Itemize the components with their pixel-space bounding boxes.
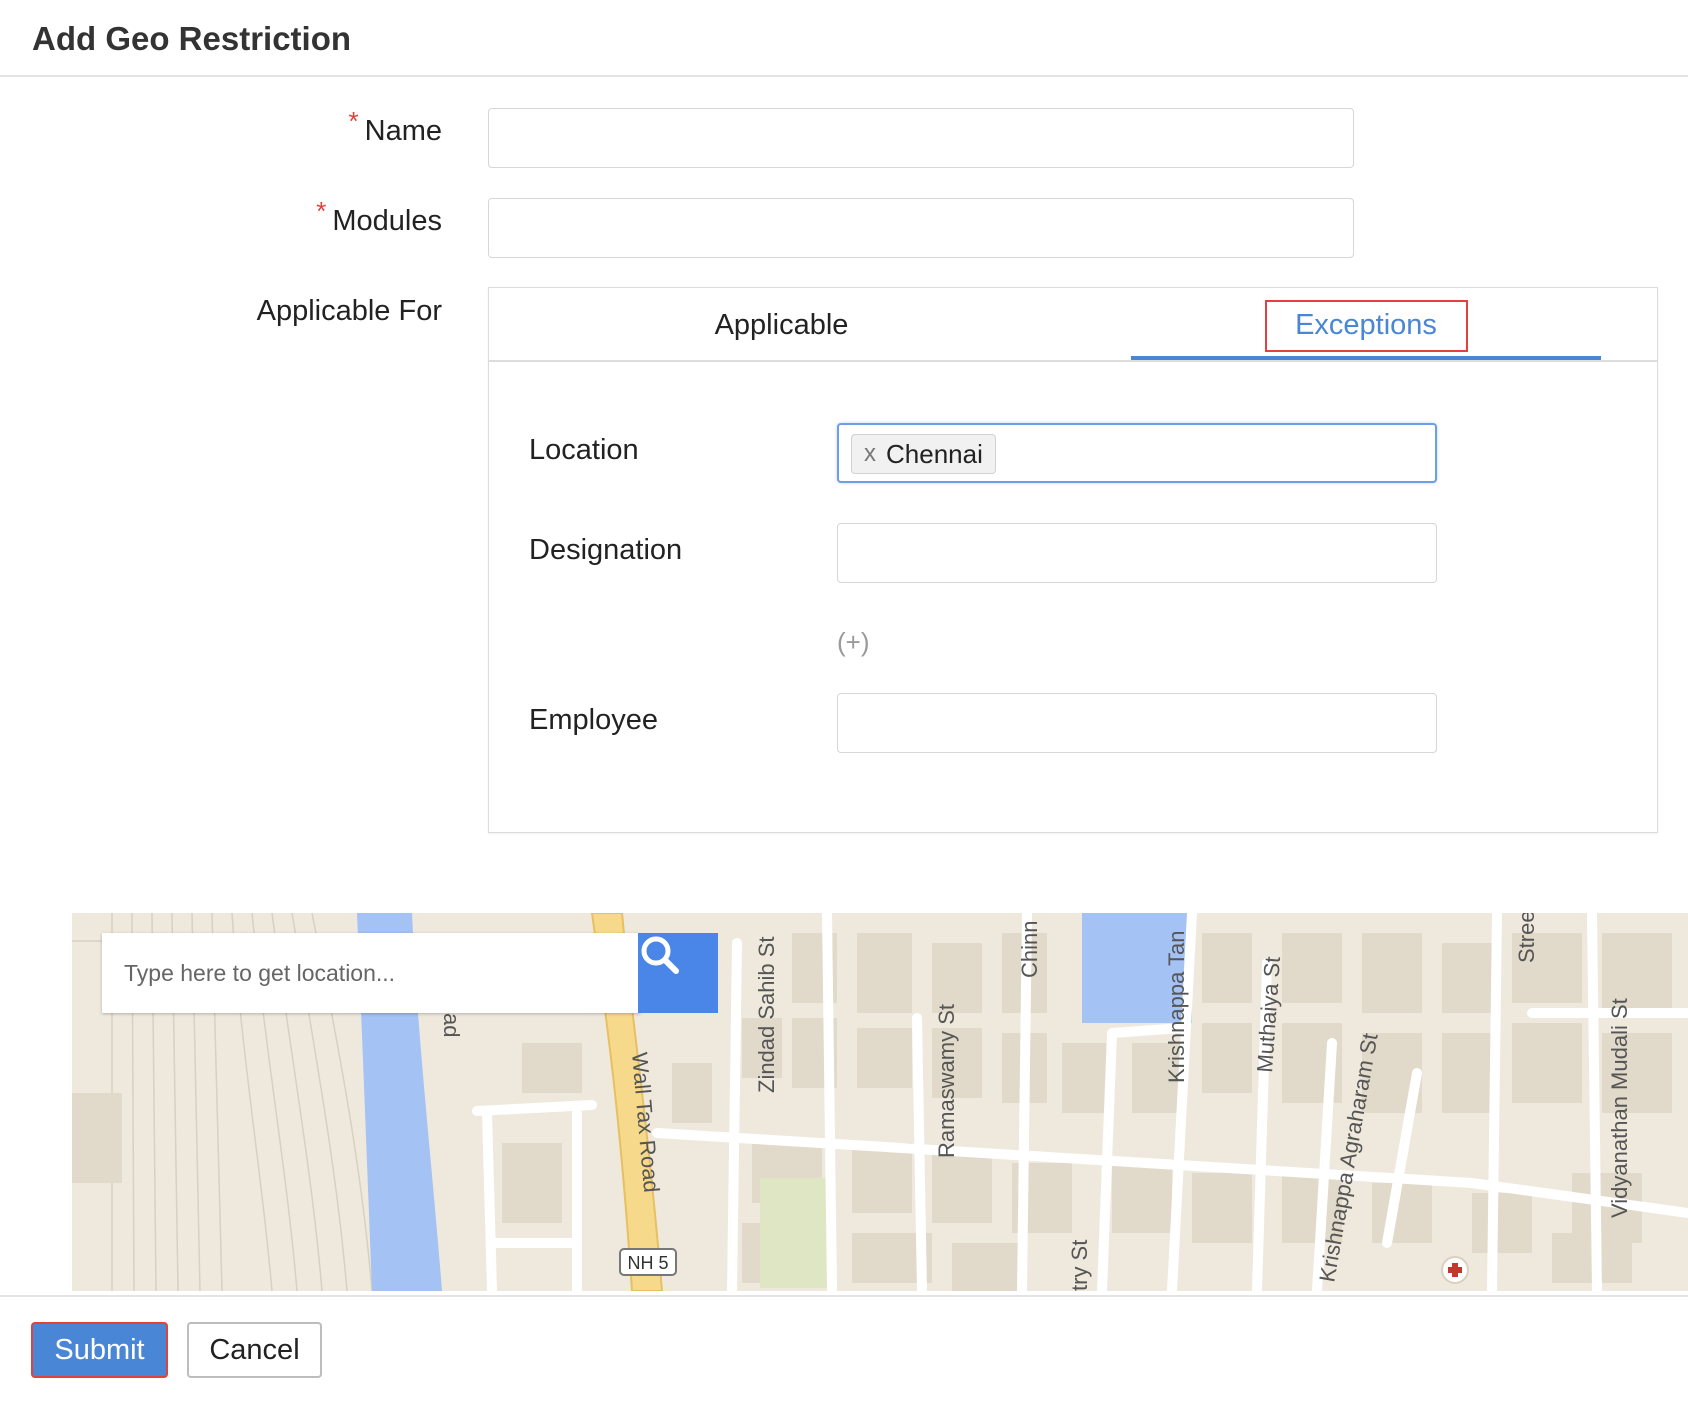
- park: [760, 1178, 830, 1288]
- modules-input[interactable]: [488, 198, 1354, 258]
- designation-input[interactable]: [837, 523, 1437, 583]
- location-tag: x Chennai: [851, 434, 996, 474]
- map-search-box: [102, 933, 640, 1013]
- active-tab-indicator: [1131, 356, 1601, 360]
- employee-label: Employee: [529, 704, 658, 736]
- required-mark: *: [348, 106, 359, 136]
- page-header: Add Geo Restriction: [0, 0, 1688, 77]
- location-tag-label: Chennai: [886, 438, 983, 469]
- medical-cross-icon[interactable]: [1441, 1256, 1469, 1284]
- label-ramaswamy-st: Ramaswamy St: [934, 1004, 959, 1158]
- location-tag-input[interactable]: x Chennai: [837, 423, 1437, 483]
- modules-label: * Modules: [296, 196, 442, 238]
- add-more-button[interactable]: (+): [837, 627, 870, 658]
- exceptions-highlight-box: [1265, 300, 1468, 352]
- map-search-button[interactable]: [638, 933, 718, 1013]
- employee-input[interactable]: [837, 693, 1437, 753]
- name-input[interactable]: [488, 108, 1354, 168]
- close-icon[interactable]: x: [864, 440, 876, 468]
- cancel-button[interactable]: Cancel: [187, 1322, 322, 1378]
- label-ad: ad: [439, 1013, 464, 1037]
- nh5-label: NH 5: [627, 1253, 668, 1273]
- page-title: Add Geo Restriction: [32, 20, 352, 57]
- label-krishnappa-tan: Krishnappa Tan: [1164, 931, 1189, 1084]
- designation-label: Designation: [529, 534, 683, 566]
- applicable-for-panel: Applicable Exceptions Location x Chennai…: [488, 287, 1658, 833]
- label-vidyanathan-mudali-st: Vidyanathan Mudali St: [1607, 998, 1632, 1218]
- modules-label-text: Modules: [332, 205, 442, 237]
- location-label: Location: [529, 434, 639, 466]
- label-try-st: try St: [1067, 1240, 1092, 1291]
- map[interactable]: Wall Tax Road Zindad Sahib St Ramaswamy …: [72, 913, 1688, 1291]
- applicable-for-label: Applicable For: [256, 295, 442, 327]
- name-label: * Name: [330, 106, 442, 148]
- search-icon: [641, 936, 679, 974]
- nh5-shield: NH 5: [619, 1248, 677, 1276]
- label-chinn: Chinn: [1017, 921, 1042, 978]
- name-label-text: Name: [364, 115, 442, 147]
- submit-button[interactable]: Submit: [31, 1322, 168, 1378]
- label-zindad-sahib-st: Zindad Sahib St: [754, 936, 779, 1093]
- footer-divider: [0, 1295, 1688, 1297]
- required-mark: *: [316, 196, 327, 226]
- label-street: Street: [1514, 913, 1539, 963]
- map-search-input[interactable]: [102, 933, 640, 1013]
- tab-applicable[interactable]: Applicable: [489, 288, 1074, 362]
- map-block: [72, 1093, 122, 1183]
- tab-bar: Applicable Exceptions: [489, 288, 1657, 362]
